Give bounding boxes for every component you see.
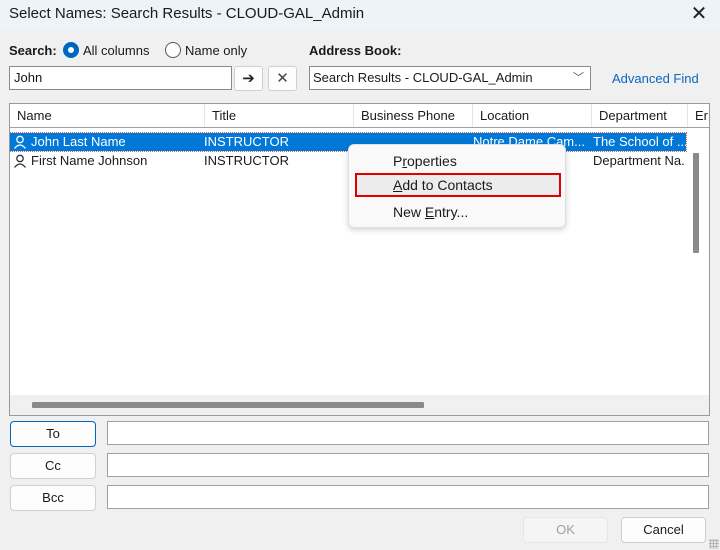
context-menu: Properties Add to Contacts New Entry... [348, 144, 566, 228]
address-book-value: Search Results - CLOUD-GAL_Admin [313, 70, 533, 85]
cell-title: INSTRUCTOR [204, 153, 289, 168]
go-button[interactable]: ➔ [234, 66, 263, 91]
cc-field[interactable] [107, 453, 709, 477]
bcc-button[interactable]: Bcc [10, 485, 96, 511]
menu-item-new-entry[interactable]: New Entry... [355, 200, 561, 224]
mnemonic-underline: E [424, 204, 435, 220]
radio-name-only[interactable]: Name only [165, 42, 247, 58]
ok-button[interactable]: OK [523, 517, 608, 543]
address-book-label: Address Book: [309, 43, 402, 58]
cell-name: John Last Name [31, 134, 126, 149]
radio-all-columns[interactable]: All columns [63, 42, 149, 58]
vertical-scrollbar[interactable] [693, 153, 699, 253]
column-header-department[interactable]: Department [592, 104, 688, 127]
to-button[interactable]: To [10, 421, 96, 447]
advanced-find-link[interactable]: Advanced Find [612, 71, 699, 86]
list-header: Name Title Business Phone Location Depar… [10, 104, 709, 128]
horizontal-scrollbar[interactable] [32, 402, 424, 408]
cell-department: Department Na.. [593, 153, 686, 168]
to-field[interactable] [107, 421, 709, 445]
menu-item-label: Add to Contacts [393, 177, 493, 193]
radio-unselected-icon [165, 42, 181, 58]
person-icon [13, 135, 27, 149]
cell-name: First Name Johnson [31, 153, 148, 168]
search-label: Search: [9, 43, 57, 58]
radio-selected-icon [63, 42, 79, 58]
menu-item-add-to-contacts[interactable]: Add to Contacts [355, 173, 561, 197]
search-input[interactable]: John [9, 66, 232, 90]
mnemonic-underline: A [393, 177, 403, 193]
cancel-button[interactable]: Cancel [621, 517, 706, 543]
resize-grip[interactable] [709, 539, 719, 549]
mnemonic-underline: r [402, 153, 408, 169]
arrow-right-icon: ➔ [242, 70, 255, 87]
cc-button[interactable]: Cc [10, 453, 96, 479]
menu-item-label: New Entry... [393, 204, 469, 220]
column-header-title[interactable]: Title [205, 104, 354, 127]
menu-item-label: Properties [393, 153, 457, 169]
radio-all-columns-label: All columns [83, 42, 150, 58]
cell-department: The School of ... [593, 134, 686, 149]
person-icon [13, 154, 27, 168]
bcc-field[interactable] [107, 485, 709, 509]
window-title: Select Names: Search Results - CLOUD-GAL… [9, 5, 365, 22]
clear-search-button[interactable]: ✕ [268, 66, 297, 91]
column-header-location[interactable]: Location [473, 104, 592, 127]
cell-title: INSTRUCTOR [204, 134, 289, 149]
address-book-select[interactable]: Search Results - CLOUD-GAL_Admin ﹀ [309, 66, 591, 90]
column-header-name[interactable]: Name [10, 104, 205, 127]
menu-item-properties[interactable]: Properties [355, 149, 561, 173]
column-header-email[interactable]: Er [688, 104, 709, 127]
chevron-down-icon: ﹀ [573, 72, 584, 84]
x-icon: ✕ [276, 70, 289, 87]
close-icon[interactable]: ✕ [688, 3, 710, 25]
column-header-business-phone[interactable]: Business Phone [354, 104, 473, 127]
title-bar: Select Names: Search Results - CLOUD-GAL… [0, 0, 720, 30]
radio-name-only-label: Name only [185, 42, 248, 58]
